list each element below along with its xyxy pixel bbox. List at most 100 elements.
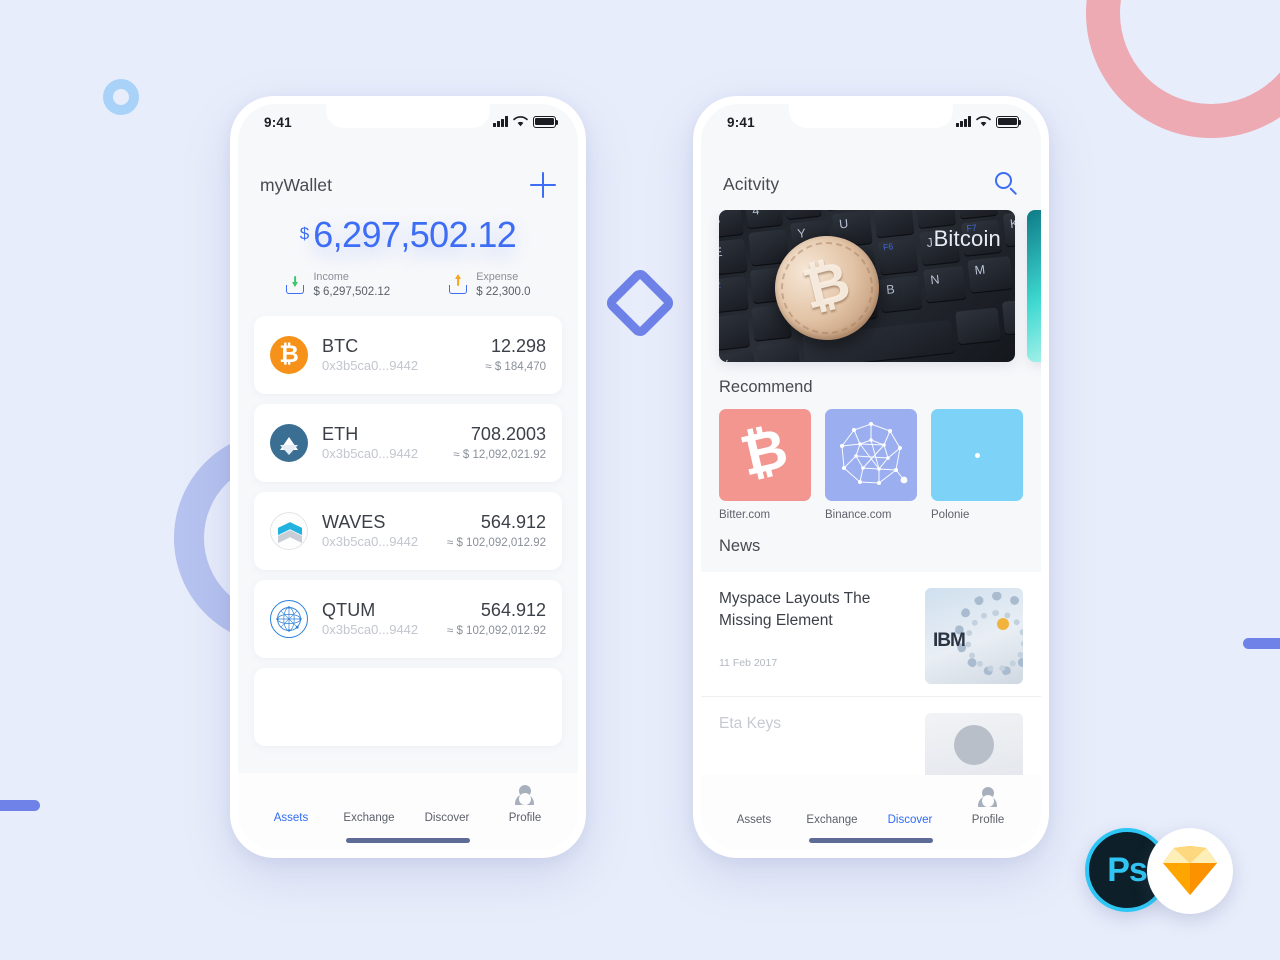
tab-assets[interactable]: Assets	[717, 787, 791, 826]
phone-mockup-wallet: 9:41 myWallet $ 6,297,502.12 Income $ 6,…	[230, 96, 586, 858]
list-item[interactable]: Myspace Layouts The Missing Element 11 F…	[701, 572, 1041, 697]
battery-icon	[996, 116, 1022, 128]
tab-label: Assets	[736, 813, 772, 826]
balance-row: $ 6,297,502.12	[238, 214, 578, 256]
asset-address: 0x3b5ca0...9442	[322, 446, 419, 462]
tab-assets[interactable]: Assets	[254, 785, 328, 824]
expense-value: $ 22,300.0	[476, 285, 531, 298]
bar-right-decoration	[1243, 638, 1280, 649]
asset-symbol: BTC	[322, 335, 359, 356]
status-bar: 9:41	[238, 104, 578, 146]
currency-symbol: $	[299, 224, 310, 243]
tab-profile[interactable]: Profile	[488, 785, 562, 824]
tab-bar[interactable]: Assets Exchange Discover Profile	[701, 774, 1041, 832]
tab-label: Assets	[273, 812, 309, 824]
income-label: Income	[313, 271, 349, 283]
income-block: Income $ 6,297,502.12	[285, 270, 390, 300]
table-row[interactable]: QTUM 0x3b5ca0...9442 564.912 ≈ $ 102,092…	[254, 580, 562, 659]
tab-label: Discover	[887, 813, 933, 826]
pink-arc-decoration	[1086, 0, 1280, 138]
discover-content[interactable]: '2' 3 4 5 6 PrtSc ScrLk 9 0 W E	[701, 210, 1041, 775]
asset-address: 0x3b5ca0...9442	[322, 622, 419, 638]
recommend-row[interactable]: ₿ Bitter.com Binance.com Polonie	[701, 409, 1041, 521]
page-title: myWallet	[260, 174, 333, 195]
income-value: $ 6,297,502.12	[313, 285, 391, 298]
recommend-caption: Polonie	[931, 509, 970, 521]
asset-symbol: WAVES	[322, 511, 386, 532]
status-bar: 9:41	[701, 104, 1041, 146]
tab-bar[interactable]: Assets Exchange Discover Profile	[238, 773, 578, 830]
network-polygon-icon[interactable]	[825, 409, 917, 501]
hero-card-secondary[interactable]	[1027, 210, 1041, 362]
tab-discover[interactable]: Discover	[873, 787, 947, 826]
recommend-caption: Binance.com	[825, 509, 892, 521]
qtum-icon	[270, 600, 308, 639]
waves-icon	[270, 512, 308, 551]
asset-fiat: ≈ $ 184,470	[485, 361, 546, 374]
expense-block: Expense $ 22,300.0	[448, 270, 531, 300]
asset-amount: 564.912	[480, 599, 546, 620]
ethereum-icon	[270, 424, 308, 463]
recommend-title: Recommend	[719, 378, 813, 396]
news-title: News	[719, 537, 761, 555]
status-icons	[956, 116, 1022, 128]
tab-discover[interactable]: Discover	[410, 785, 484, 824]
asset-amount: 564.912	[480, 511, 546, 532]
sketch-diamond-icon	[1163, 846, 1217, 895]
person-avatar-icon	[925, 713, 1023, 775]
hero-carousel[interactable]: '2' 3 4 5 6 PrtSc ScrLk 9 0 W E	[701, 210, 1041, 362]
battery-icon	[533, 116, 559, 128]
cellular-bars-icon	[956, 116, 971, 128]
table-row[interactable]: ETH 0x3b5ca0...9442 708.2003 ≈ $ 12,092,…	[254, 404, 562, 483]
balance-section: $ 6,297,502.12 Income $ 6,297,502.12 Exp…	[238, 212, 578, 311]
canvas: 9:41 myWallet $ 6,297,502.12 Income $ 6,…	[0, 0, 1280, 960]
asset-fiat: ≈ $ 102,092,012.92	[446, 625, 546, 638]
asset-amount: 708.2003	[470, 423, 546, 444]
tab-label: Profile	[508, 812, 542, 824]
upload-tray-icon	[448, 274, 468, 295]
table-row[interactable]: ₿ BTC 0x3b5ca0...9442 12.298 ≈ $ 184,470	[254, 316, 562, 395]
wallet-header: myWallet	[238, 146, 578, 212]
asset-address: 0x3b5ca0...9442	[322, 358, 419, 374]
news-headline: Eta Keys	[719, 715, 782, 732]
asset-fiat: ≈ $ 12,092,021.92	[453, 449, 546, 462]
hero-card-bitcoin[interactable]: '2' 3 4 5 6 PrtSc ScrLk 9 0 W E	[719, 210, 1015, 362]
search-icon[interactable]	[995, 172, 1019, 196]
news-list[interactable]: Myspace Layouts The Missing Element 11 F…	[701, 572, 1041, 775]
bitcoin-icon: ₿	[270, 336, 308, 375]
balance-amount: 6,297,502.12	[313, 214, 517, 255]
expense-label: Expense	[476, 271, 519, 283]
table-row-partial[interactable]	[254, 668, 562, 747]
cellular-bars-icon	[493, 116, 508, 128]
tab-label: Profile	[971, 813, 1005, 826]
discover-header: Acitvity	[701, 146, 1041, 210]
sketch-logo	[1147, 828, 1233, 914]
dot-icon[interactable]	[931, 409, 1023, 501]
news-date: 11 Feb 2017	[719, 657, 778, 670]
diamond-outline-decoration	[603, 266, 677, 340]
list-item[interactable]: Binance.com	[825, 409, 917, 521]
phone-mockup-discover: 9:41 Acitvity '2'	[693, 96, 1049, 858]
wifi-icon	[513, 116, 528, 127]
blue-donut-decoration	[103, 79, 139, 115]
list-item[interactable]: Eta Keys	[701, 697, 1041, 775]
tab-exchange[interactable]: Exchange	[795, 787, 869, 826]
asset-symbol: ETH	[322, 423, 359, 444]
bitcoin-b-icon[interactable]: ₿	[719, 409, 811, 501]
asset-address: 0x3b5ca0...9442	[322, 534, 419, 550]
download-tray-icon	[285, 275, 305, 295]
asset-amount: 12.298	[490, 335, 546, 356]
wifi-icon	[976, 116, 991, 127]
cashflow-row: Income $ 6,297,502.12 Expense $ 22,300.0	[238, 270, 578, 300]
asset-symbol: QTUM	[322, 599, 376, 620]
tab-profile[interactable]: Profile	[951, 786, 1025, 826]
tab-label: Exchange	[343, 812, 395, 824]
status-time: 9:41	[727, 115, 755, 130]
asset-list[interactable]: ₿ BTC 0x3b5ca0...9442 12.298 ≈ $ 184,470…	[238, 310, 578, 773]
plus-icon[interactable]	[530, 172, 556, 198]
discover-screen: 9:41 Acitvity '2'	[701, 104, 1041, 850]
list-item[interactable]: ₿ Bitter.com	[719, 409, 811, 521]
table-row[interactable]: WAVES 0x3b5ca0...9442 564.912 ≈ $ 102,09…	[254, 492, 562, 571]
tab-exchange[interactable]: Exchange	[332, 785, 406, 824]
list-item[interactable]: Polonie	[931, 409, 1023, 521]
